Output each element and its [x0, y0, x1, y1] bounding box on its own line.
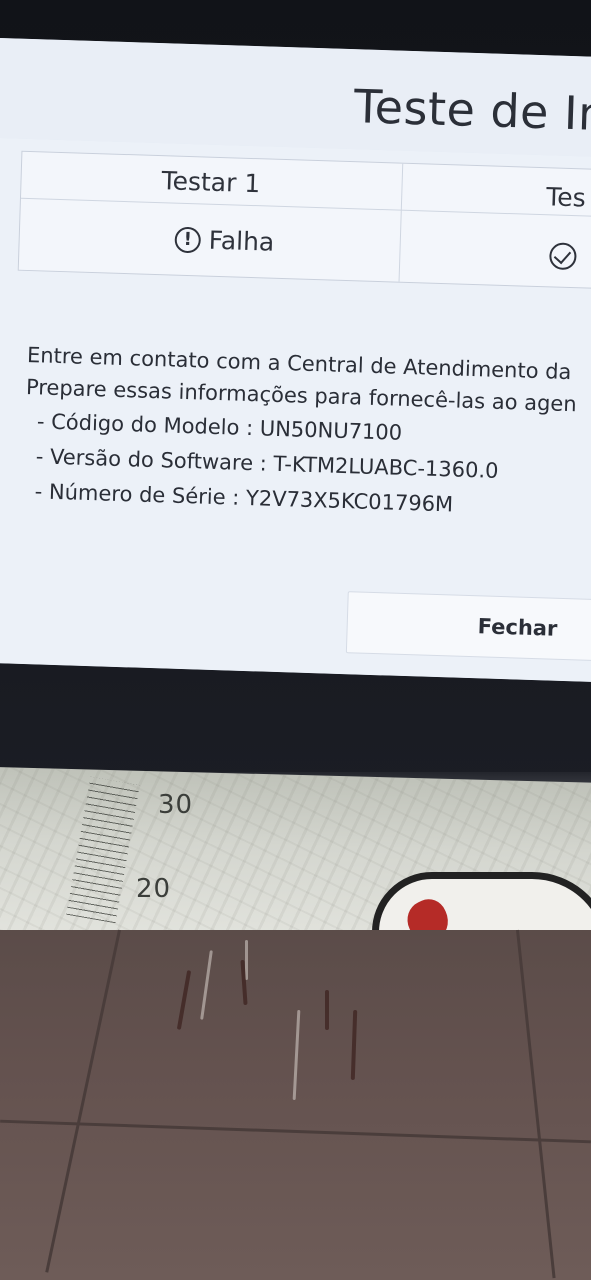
floor-scuff: [200, 950, 213, 1020]
test-1-result-label: Falha: [208, 225, 275, 257]
floor-stain: [325, 990, 329, 1030]
tile-grout: [0, 1119, 591, 1144]
close-button[interactable]: Fechar: [345, 591, 591, 662]
tile-grout: [45, 929, 121, 1273]
test-2-header: Tes: [545, 182, 587, 213]
test-1-result: ! Falha: [174, 225, 275, 257]
tv-screen: Teste de Ima Testar 1 Tes ! Falha Entre …: [0, 38, 591, 683]
support-message: Entre em contato com a Central de Atendi…: [22, 339, 591, 529]
tile-grout: [516, 929, 556, 1279]
warning-circle-icon: !: [174, 226, 202, 253]
mat-number-20: 20: [136, 874, 172, 904]
table-divider: [398, 163, 404, 282]
floor-stain: [350, 1009, 358, 1081]
dialog-panel: Testar 1 Tes ! Falha Entre em contato co…: [0, 137, 591, 683]
check-circle-icon: [549, 242, 577, 271]
floor-scuff: [292, 1009, 301, 1101]
test-results-table: Testar 1 Tes ! Falha: [17, 150, 591, 291]
device-info: - Código do Modelo : UN50NU7100 - Versão…: [22, 405, 591, 526]
table-divider: [20, 197, 591, 219]
floor: [0, 929, 591, 1280]
mat-number-30: 30: [158, 790, 194, 820]
photo-scene: Teste de Ima Testar 1 Tes ! Falha Entre …: [0, 0, 591, 1280]
test-1-header: Testar 1: [161, 166, 261, 199]
floor-stain: [176, 970, 192, 1030]
dialog-title: Teste de Ima: [353, 79, 591, 143]
